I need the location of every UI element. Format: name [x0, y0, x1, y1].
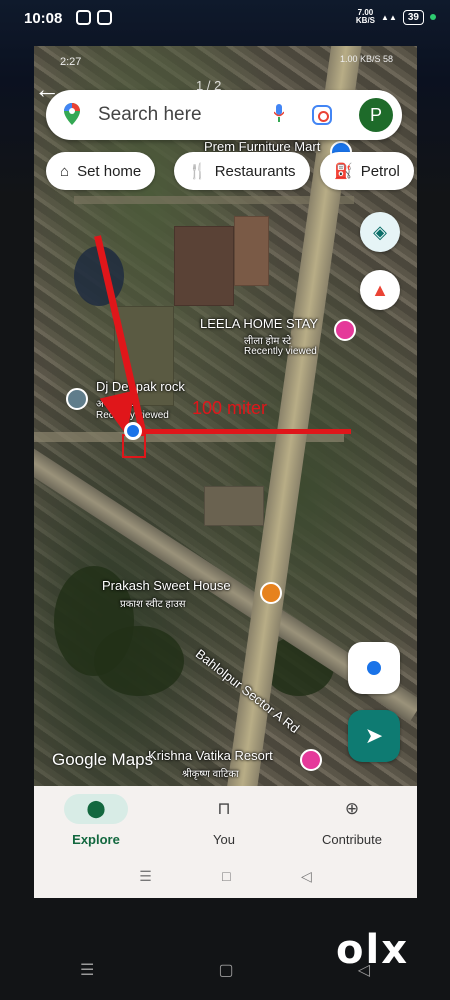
map-label-krishna-hindi: श्रीकृष्ण वाटिका [182, 769, 239, 780]
lens-camera-icon[interactable] [312, 105, 332, 125]
outer-system-nav: ☰ ▢ ◁ [80, 960, 370, 980]
profile-avatar[interactable]: P [359, 98, 393, 132]
landmark-pin-icon[interactable] [66, 388, 88, 410]
map-field [174, 226, 234, 306]
olx-watermark: o l x [336, 930, 407, 970]
nav-contribute-label: Contribute [322, 832, 382, 847]
compass-icon: ▲ [371, 280, 389, 300]
nav-you-label: You [213, 832, 235, 847]
annotation-distance-text: 100 miter [192, 398, 268, 418]
chip-restaurants-label: Restaurants [214, 162, 296, 180]
chip-restaurants[interactable]: 🍴 Restaurants [174, 152, 310, 190]
battery-icon: 39 [402, 9, 424, 25]
fuel-icon: ⛽ [334, 163, 353, 180]
add-circle-icon: ⊕ [344, 799, 360, 818]
home-square-icon[interactable]: □ [222, 868, 230, 885]
signal-icon: ▲▲ [381, 12, 397, 22]
outer-home-icon[interactable]: ▢ [218, 960, 233, 980]
map-label-recent-1: Recently viewed [244, 346, 317, 357]
my-location-button[interactable] [348, 642, 400, 694]
map-label-krishna[interactable]: Krishna Vatika Resort [148, 748, 273, 763]
bottom-navigation: ⬤ Explore ⊓ You ⊕ Contribute ☰ □ ◁ [34, 786, 417, 898]
search-bar[interactable]: Search here P [46, 90, 402, 140]
map-label-leela[interactable]: LEELA HOME STAY [200, 316, 318, 331]
olx-letter-x: x [381, 927, 408, 973]
chip-petrol-label: Petrol [360, 162, 400, 180]
maps-screenshot: Prem Furniture Mart LEELA HOME STAY लीला… [34, 46, 417, 898]
inner-status-bar: 2:27 1.00 KB/S 58 [34, 46, 417, 76]
screen: 10:08 7.00 KB/S ▲▲ 39 Prem Furniture Mar… [0, 0, 450, 1000]
annotation-distance-line [126, 429, 351, 434]
map-field [204, 486, 264, 526]
directions-button[interactable]: ➤ [348, 710, 400, 762]
map-trees [94, 626, 184, 696]
map-label-prakash-hindi: प्रकाश स्वीट हाउस [120, 599, 186, 610]
restaurant-icon: 🍴 [188, 163, 207, 180]
search-input[interactable]: Search here [98, 104, 202, 126]
my-location-icon [367, 661, 381, 675]
map-field [234, 216, 269, 286]
chip-petrol[interactable]: ⛽ Petrol [320, 152, 414, 190]
nav-you[interactable]: ⊓ You [174, 794, 274, 847]
menu-icon[interactable]: ☰ [139, 868, 152, 885]
app-notification-icon [76, 10, 91, 25]
food-pin-icon[interactable] [260, 582, 282, 604]
layers-icon: ◈ [373, 222, 387, 242]
nav-contribute[interactable]: ⊕ Contribute [302, 794, 402, 847]
privacy-dot-icon [430, 14, 436, 20]
mic-icon[interactable] [274, 104, 284, 122]
outer-notification-icons [76, 10, 112, 25]
network-speed: 7.00 KB/S [356, 9, 375, 25]
battery-level: 39 [407, 11, 419, 23]
nav-explore[interactable]: ⬤ Explore [46, 794, 146, 847]
compass-button[interactable]: ▲ [360, 270, 400, 310]
outer-menu-icon[interactable]: ☰ [80, 960, 94, 980]
directions-icon: ➤ [364, 723, 384, 748]
chip-set-home-label: Set home [77, 162, 142, 180]
google-maps-logo: Google Maps [52, 750, 154, 769]
inner-status-right: 1.00 KB/S 58 [339, 54, 393, 64]
olx-letter-l: l [365, 927, 380, 973]
map-label-leela-hindi: लीला होम स्टे [244, 336, 292, 347]
map-label-dj[interactable]: Dj Deepak rock [96, 379, 185, 394]
inner-system-nav: ☰ □ ◁ [34, 868, 417, 885]
olx-letter-o: o [336, 927, 364, 973]
outer-status-bar: 10:08 7.00 KB/S ▲▲ 39 [0, 0, 450, 40]
bookmark-icon: ⊓ [217, 799, 231, 818]
selected-location-dot-icon[interactable] [124, 422, 142, 440]
inner-time: 2:27 [60, 56, 82, 68]
network-speed-unit: KB/S [355, 16, 376, 25]
maps-pin-logo-icon [64, 103, 80, 125]
outer-time: 10:08 [24, 10, 63, 27]
chip-set-home[interactable]: ⌂ Set home [46, 152, 156, 190]
back-triangle-icon[interactable]: ◁ [301, 868, 312, 885]
explore-pin-icon: ⬤ [64, 794, 128, 824]
gallery-notification-icon [97, 10, 112, 25]
hotel-pin-icon[interactable] [334, 319, 356, 341]
home-icon: ⌂ [60, 162, 70, 180]
resort-pin-icon[interactable] [300, 749, 322, 771]
map-label-prakash[interactable]: Prakash Sweet House [102, 578, 231, 593]
layers-button[interactable]: ◈ [360, 212, 400, 252]
outer-status-right: 7.00 KB/S ▲▲ 39 [356, 9, 436, 25]
nav-explore-label: Explore [72, 832, 120, 847]
